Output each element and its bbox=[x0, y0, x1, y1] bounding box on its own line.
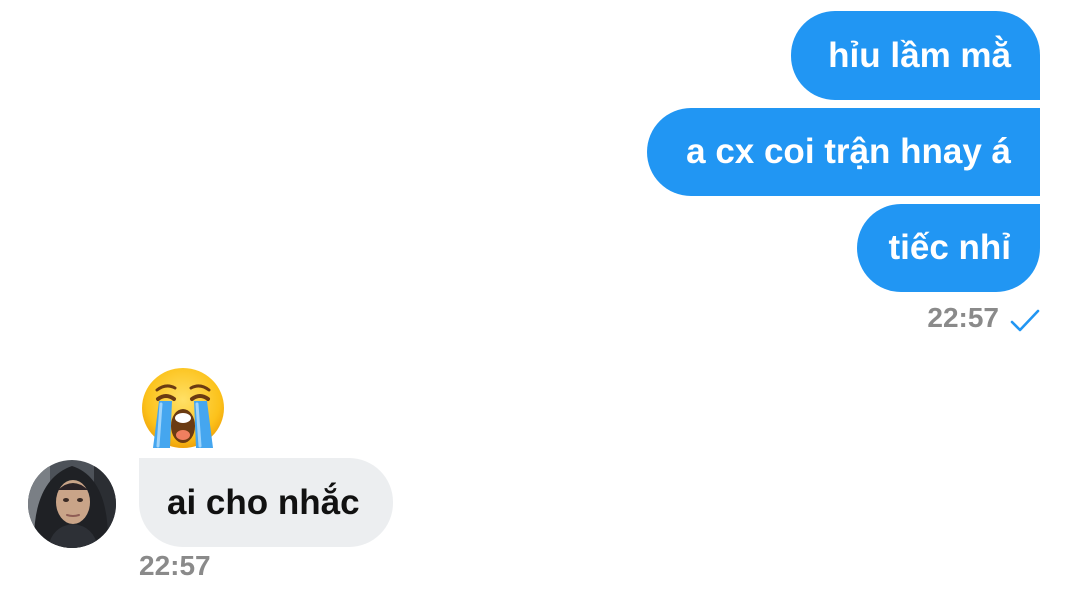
loudly-crying-face-icon[interactable] bbox=[140, 366, 226, 450]
message-text: a cx coi trận hnay á bbox=[686, 132, 1011, 171]
avatar-photo-icon bbox=[28, 460, 116, 548]
outgoing-message[interactable]: a cx coi trận hnay á bbox=[647, 108, 1040, 196]
message-timestamp: 22:57 bbox=[927, 302, 999, 333]
outgoing-message[interactable]: hỉu lầm mằ bbox=[791, 11, 1040, 100]
outgoing-message[interactable]: tiếc nhỉ bbox=[857, 204, 1040, 292]
single-check-icon bbox=[1010, 309, 1040, 332]
message-text: ai cho nhắc bbox=[167, 482, 360, 522]
incoming-message[interactable]: ai cho nhắc bbox=[139, 458, 393, 547]
avatar[interactable] bbox=[28, 460, 116, 548]
message-text: hỉu lầm mằ bbox=[828, 35, 1011, 75]
message-timestamp: 22:57 bbox=[139, 550, 211, 581]
message-text: tiếc nhỉ bbox=[888, 228, 1011, 267]
